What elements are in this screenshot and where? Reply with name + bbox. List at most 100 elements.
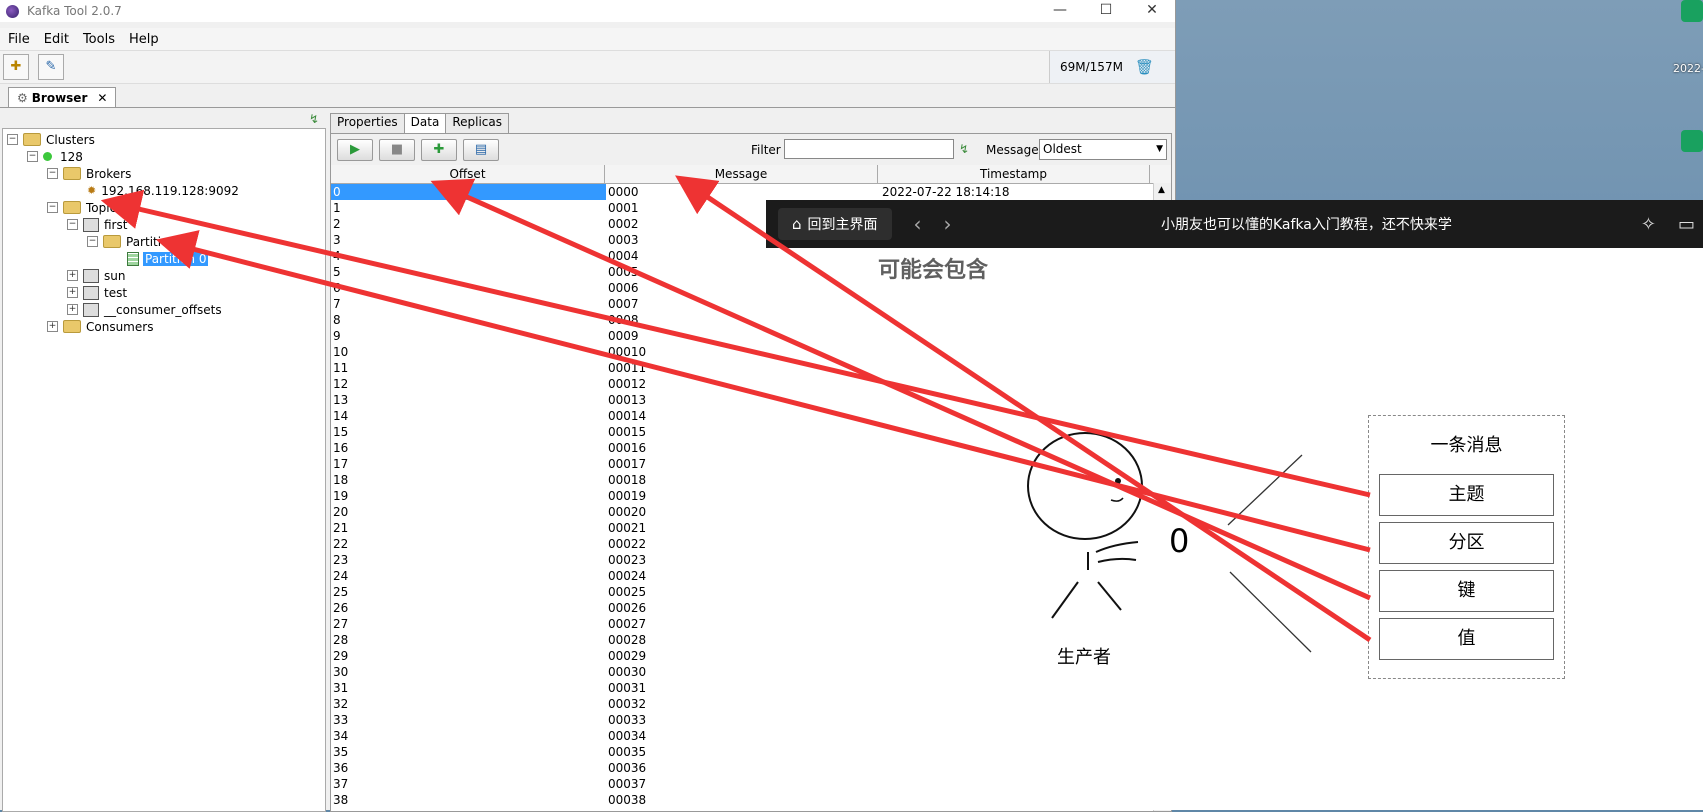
cell-offset: 26 xyxy=(333,601,349,615)
scroll-up-icon[interactable]: ▲ xyxy=(1158,185,1165,195)
tree-label: 192.168.119.128:9092 xyxy=(101,183,239,198)
cell-offset: 34 xyxy=(333,729,349,743)
folder-icon xyxy=(23,133,41,146)
menu-file[interactable]: File xyxy=(8,32,30,47)
producer-label: 生产者 xyxy=(1057,647,1111,668)
cell-offset: 8 xyxy=(333,313,341,327)
cell-offset: 37 xyxy=(333,777,349,791)
expand-icon[interactable]: + xyxy=(67,304,78,315)
column-message[interactable]: Message xyxy=(605,165,878,183)
cell-message: 0000 xyxy=(608,185,639,199)
cell-offset: 20 xyxy=(333,505,349,519)
tree-node-topic-test[interactable]: + test xyxy=(67,284,127,301)
tree-node-partitions[interactable]: − Partitions xyxy=(87,233,182,250)
memory-total: 157M xyxy=(1089,60,1123,74)
folder-icon xyxy=(103,235,121,248)
add-message-button[interactable]: ✚ xyxy=(421,139,457,161)
cell-offset: 21 xyxy=(333,521,349,535)
tree-node-topic-sun[interactable]: + sun xyxy=(67,267,125,284)
menu-tools[interactable]: Tools xyxy=(83,32,115,47)
tree-node-consumers[interactable]: + Consumers xyxy=(47,318,153,335)
collapse-icon[interactable]: − xyxy=(87,236,98,247)
column-timestamp[interactable]: Timestamp xyxy=(878,165,1150,183)
cell-offset: 23 xyxy=(333,553,349,567)
minimize-button[interactable]: — xyxy=(1037,0,1083,22)
tab-data[interactable]: Data xyxy=(403,113,447,133)
tree-node-brokers[interactable]: − Brokers xyxy=(47,165,131,182)
cell-offset: 38 xyxy=(333,793,349,807)
cell-offset: 4 xyxy=(333,249,341,263)
topic-icon xyxy=(83,302,99,317)
column-offset[interactable]: Offset xyxy=(331,165,605,183)
desktop-app-icon-2[interactable] xyxy=(1681,130,1703,152)
cell-offset: 31 xyxy=(333,681,349,695)
desktop-app-icon[interactable] xyxy=(1681,0,1703,22)
cell-offset: 24 xyxy=(333,569,349,583)
partition-icon xyxy=(127,251,139,266)
apply-filter-icon[interactable]: ↯ xyxy=(959,142,969,156)
tree-label: Partitions xyxy=(126,234,183,249)
add-cluster-button[interactable]: ✚ xyxy=(3,54,29,80)
tree-node-topic-consumer-offsets[interactable]: + __consumer_offsets xyxy=(67,301,222,318)
messages-select[interactable]: Oldest ▼ xyxy=(1039,139,1167,160)
menu-edit[interactable]: Edit xyxy=(44,32,69,47)
cell-offset: 14 xyxy=(333,409,349,423)
cell-timestamp: 2022-07-22 18:14:18 xyxy=(882,185,1010,199)
collapse-icon[interactable]: − xyxy=(7,134,18,145)
collapse-icon[interactable]: − xyxy=(47,168,58,179)
tree-node-cluster-128[interactable]: − 128 xyxy=(27,148,83,165)
tree-node-topic-first[interactable]: − first xyxy=(67,216,127,233)
cell-offset: 32 xyxy=(333,697,349,711)
cell-offset: 12 xyxy=(333,377,349,391)
tree-label: test xyxy=(104,285,128,300)
menu-help[interactable]: Help xyxy=(129,32,159,47)
collapse-icon[interactable]: − xyxy=(27,151,38,162)
table-row[interactable]: 0 0000 2022-07-22 18:14:18 xyxy=(331,184,1171,200)
cell-offset: 7 xyxy=(333,297,341,311)
maximize-button[interactable]: ☐ xyxy=(1083,0,1129,22)
collapse-icon[interactable]: − xyxy=(67,219,78,230)
tree-label: __consumer_offsets xyxy=(104,302,222,317)
close-tab-icon[interactable]: ✕ xyxy=(97,91,107,105)
view-options-button[interactable]: ▤ xyxy=(463,139,499,161)
field-partition: 分区 xyxy=(1379,522,1554,564)
cell-offset: 28 xyxy=(333,633,349,647)
zero-symbol: 0 xyxy=(1169,522,1190,560)
cluster-tree: − Clusters −128 − Brokers ✹ 192.168.119.128… xyxy=(2,128,326,812)
retrieve-messages-button[interactable]: ▶ xyxy=(337,139,373,161)
tab-browser[interactable]: ⚙ Browser ✕ xyxy=(8,87,117,108)
cell-offset: 3 xyxy=(333,233,341,247)
cell-offset: 6 xyxy=(333,281,341,295)
table-header: Offset Message Timestamp xyxy=(331,165,1171,184)
garbage-collect-icon[interactable]: 🗑 xyxy=(1135,58,1154,76)
edit-tree-button[interactable]: ✎ xyxy=(38,54,64,80)
message-structure-box: 一条消息 主题 分区 键 值 xyxy=(1368,415,1565,679)
tree-node-topics[interactable]: − Topics xyxy=(47,199,122,216)
title-bar: Kafka Tool 2.0.7 — ☐ ✕ xyxy=(0,0,1175,22)
tree-label: first xyxy=(104,217,128,232)
tree-label: Partition 0 xyxy=(143,251,209,266)
tab-properties[interactable]: Properties xyxy=(330,113,405,133)
close-button[interactable]: ✕ xyxy=(1129,0,1175,22)
cell-offset: 18 xyxy=(333,473,349,487)
filter-label: Filter xyxy=(751,143,781,157)
messages-label: Messages xyxy=(986,143,1045,157)
collapse-icon[interactable]: − xyxy=(47,202,58,213)
menu-bar: File Edit Tools Help xyxy=(0,28,1175,50)
browser-tab-label: Browser xyxy=(31,91,88,105)
tree-label: sun xyxy=(104,268,126,283)
tab-replicas[interactable]: Replicas xyxy=(445,113,509,133)
expand-icon[interactable]: + xyxy=(67,287,78,298)
refresh-tree-icon[interactable]: ↯ xyxy=(309,112,319,126)
expand-icon[interactable]: + xyxy=(47,321,58,332)
chevron-down-icon: ▼ xyxy=(1156,144,1163,154)
tree-node-broker[interactable]: ✹ 192.168.119.128:9092 xyxy=(87,182,239,199)
tree-node-clusters[interactable]: − Clusters xyxy=(7,131,95,148)
cell-offset: 36 xyxy=(333,761,349,775)
connected-icon xyxy=(43,152,52,161)
tree-node-partition-0[interactable]: Partition 0 xyxy=(127,250,209,267)
cell-offset: 17 xyxy=(333,457,349,471)
expand-icon[interactable]: + xyxy=(67,270,78,281)
stop-button[interactable]: ■ xyxy=(379,139,415,161)
filter-input[interactable] xyxy=(784,139,954,159)
